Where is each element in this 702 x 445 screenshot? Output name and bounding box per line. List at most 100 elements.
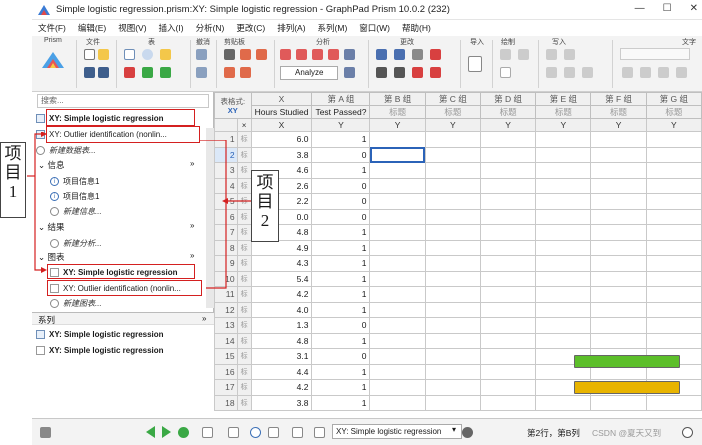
empty-data-cell[interactable] [479, 363, 537, 380]
font-shrink-icon[interactable] [640, 67, 651, 78]
empty-data-cell[interactable] [369, 394, 426, 411]
empty-data-cell[interactable] [590, 177, 647, 194]
text-italic-icon[interactable] [564, 67, 575, 78]
empty-data-cell[interactable] [535, 255, 592, 272]
maximize-button[interactable]: ☐ [663, 3, 672, 14]
empty-data-cell[interactable] [535, 394, 592, 411]
empty-data-cell[interactable] [479, 162, 537, 179]
empty-data-cell[interactable] [479, 394, 537, 411]
x-value-cell[interactable]: 3.8 [250, 146, 313, 163]
empty-data-cell[interactable] [369, 270, 426, 287]
empty-data-cell[interactable] [535, 286, 592, 303]
import-xml-icon[interactable] [468, 56, 482, 72]
empty-data-cell[interactable] [535, 208, 592, 225]
empty-data-cell[interactable] [535, 239, 592, 256]
empty-data-cell[interactable] [590, 193, 647, 210]
empty-data-cell[interactable] [645, 146, 702, 163]
paste-icon[interactable] [256, 49, 267, 60]
play-icon[interactable] [178, 427, 189, 438]
y-value-cell[interactable]: 0 [311, 177, 371, 194]
color-icon[interactable] [430, 49, 441, 60]
menu-change[interactable]: 更改(C) [236, 22, 265, 34]
y-value-cell[interactable]: 1 [311, 162, 371, 179]
menu-help[interactable]: 帮助(H) [402, 22, 431, 34]
empty-data-cell[interactable] [479, 332, 537, 349]
draw-arrow-icon[interactable] [518, 49, 529, 60]
row-title-cell[interactable]: 标 [236, 394, 252, 411]
column-title[interactable]: 标题 [535, 105, 592, 119]
empty-data-cell[interactable] [424, 208, 481, 225]
data-view-icon[interactable] [202, 427, 213, 438]
x-value-cell[interactable]: 5.4 [250, 270, 313, 287]
row-number[interactable]: 17 [214, 379, 238, 396]
column-group-header[interactable]: 第 B 组 [369, 92, 426, 106]
column-group-header[interactable]: 第 C 组 [424, 92, 481, 106]
empty-data-cell[interactable] [590, 224, 647, 241]
empty-data-cell[interactable] [590, 286, 647, 303]
empty-data-cell[interactable] [645, 208, 702, 225]
results-view-icon[interactable] [268, 427, 279, 438]
open-folder-icon[interactable] [98, 49, 109, 60]
operator-icon[interactable] [430, 67, 441, 78]
row-title-cell[interactable]: 标 [236, 332, 252, 349]
font-grow-icon[interactable] [622, 67, 633, 78]
empty-data-cell[interactable] [479, 286, 537, 303]
selected-cell[interactable] [369, 146, 426, 163]
table-view-icon[interactable] [228, 427, 239, 438]
x-value-cell[interactable]: 6.0 [250, 131, 313, 148]
column-group-header[interactable]: 第 D 组 [479, 92, 537, 106]
close-button[interactable]: ✕ [690, 3, 698, 14]
menu-view[interactable]: 视图(V) [118, 22, 146, 34]
minimize-button[interactable]: — [635, 3, 645, 14]
empty-data-cell[interactable] [424, 239, 481, 256]
column-title[interactable]: 标题 [645, 105, 702, 119]
empty-data-cell[interactable] [590, 394, 647, 411]
column-group-header[interactable]: 第 A 组 [311, 92, 371, 106]
empty-data-cell[interactable] [535, 131, 592, 148]
empty-data-cell[interactable] [479, 177, 537, 194]
empty-data-cell[interactable] [369, 239, 426, 256]
empty-data-cell[interactable] [424, 379, 481, 396]
empty-data-cell[interactable] [369, 131, 426, 148]
empty-data-cell[interactable] [369, 162, 426, 179]
column-group-header[interactable]: 第 E 组 [535, 92, 592, 106]
empty-data-cell[interactable] [590, 208, 647, 225]
empty-data-cell[interactable] [369, 224, 426, 241]
new-file-icon[interactable] [84, 49, 95, 60]
y-value-cell[interactable]: 1 [311, 286, 371, 303]
expand-double-chevron-icon[interactable]: » [202, 314, 206, 323]
x-value-cell[interactable]: 3.8 [250, 394, 313, 411]
write-symbol-icon[interactable] [564, 49, 575, 60]
x-value-cell[interactable]: 4.2 [250, 379, 313, 396]
x-value-cell[interactable]: 4.3 [250, 255, 313, 272]
empty-data-cell[interactable] [645, 193, 702, 210]
empty-data-cell[interactable] [590, 317, 647, 334]
empty-data-cell[interactable] [645, 394, 702, 411]
green-floating-bar[interactable] [574, 355, 680, 368]
table-format-corner[interactable]: 表格式: XY [214, 92, 252, 119]
info-view-icon[interactable] [250, 427, 261, 438]
navigator-search-input[interactable]: 搜索... [37, 94, 209, 108]
column-title[interactable]: 标题 [369, 105, 426, 119]
x-value-cell[interactable]: 4.0 [250, 301, 313, 318]
graph-change-icon[interactable] [376, 49, 387, 60]
empty-data-cell[interactable] [369, 301, 426, 318]
empty-data-cell[interactable] [479, 239, 537, 256]
empty-data-cell[interactable] [535, 177, 592, 194]
delete-icon[interactable] [124, 67, 135, 78]
empty-data-cell[interactable] [424, 255, 481, 272]
nav-new-info[interactable]: 新建信息... [50, 204, 102, 218]
empty-data-cell[interactable] [424, 363, 481, 380]
empty-data-cell[interactable] [424, 193, 481, 210]
analyze-button[interactable]: Analyze [280, 66, 338, 80]
decimal-icon[interactable] [412, 67, 423, 78]
row-title-cell[interactable]: 标 [236, 301, 252, 318]
fit-icon[interactable] [344, 49, 355, 60]
empty-data-cell[interactable] [369, 208, 426, 225]
prism-home-icon[interactable] [42, 52, 64, 68]
write-text-icon[interactable] [546, 49, 557, 60]
y-value-cell[interactable]: 1 [311, 363, 371, 380]
row-exclude-marker[interactable]: × [236, 118, 252, 132]
empty-data-cell[interactable] [479, 348, 537, 365]
empty-data-cell[interactable] [424, 332, 481, 349]
